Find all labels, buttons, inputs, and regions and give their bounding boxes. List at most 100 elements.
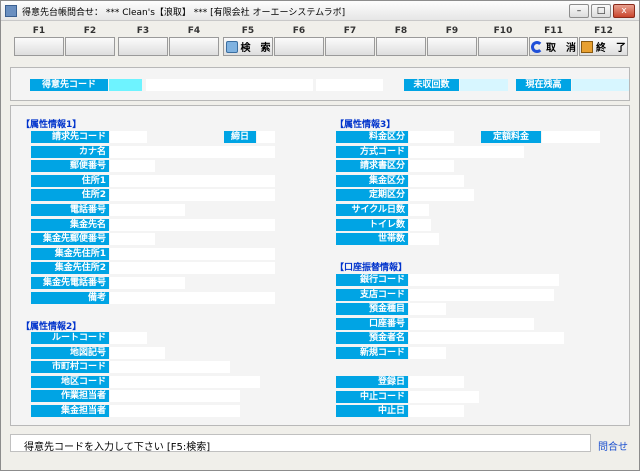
date-field[interactable] (409, 376, 464, 388)
closing-day-label: 締日 (224, 131, 256, 143)
fkey-button-f2[interactable] (65, 37, 115, 56)
attr3-field[interactable] (409, 145, 524, 158)
attr3-field[interactable] (409, 174, 464, 187)
attr3-label: サイクル日数 (336, 204, 408, 216)
attr1-field[interactable] (110, 204, 185, 216)
attr1-label: 電話番号 (31, 204, 109, 216)
attr3-field[interactable] (409, 189, 474, 202)
fkey-button-label: 終 了 (596, 43, 626, 54)
attr1-label: 集金先住所1 (31, 247, 109, 260)
window-title: 得意先台帳問合せ： *** Clean's【浪取】 *** [有限会社 オーエー… (22, 8, 346, 18)
date-field[interactable] (409, 390, 479, 403)
fkey-button-f5[interactable]: 検 索 (223, 37, 273, 56)
fkey-button-f1[interactable] (14, 37, 64, 56)
attr2-field[interactable] (110, 332, 147, 344)
fkey-f6: F6 (274, 24, 324, 56)
date-label: 中止コード (336, 390, 408, 403)
fkey-button-f7[interactable] (325, 37, 375, 56)
attr3-label: 料金区分 (336, 131, 408, 143)
fkey-f8: F8 (376, 24, 426, 56)
date-label: 中止日 (336, 405, 408, 417)
search-icon (225, 40, 238, 53)
closing-day-input[interactable] (257, 131, 275, 143)
attr1-field[interactable] (110, 291, 275, 304)
fkey-label: F3 (136, 26, 150, 36)
bank-field[interactable] (409, 288, 554, 301)
bank-label: 預金者名 (336, 332, 408, 344)
attr1-field[interactable] (110, 145, 275, 158)
fkey-f10: F10 (478, 24, 528, 56)
bank-field[interactable] (409, 274, 559, 286)
attr3-field[interactable] (409, 204, 429, 216)
fkey-label: F4 (187, 26, 201, 36)
bank-field[interactable] (409, 317, 534, 330)
bank-field[interactable] (409, 303, 446, 315)
status-bar: 得意先コードを入力して下さい [F5:検索] (10, 434, 591, 453)
attr1-field[interactable] (110, 174, 275, 187)
attr3-field[interactable] (409, 218, 431, 231)
close-button[interactable]: x (613, 4, 635, 18)
fkey-button-f11[interactable]: 取 消 (529, 37, 578, 56)
app-icon (5, 5, 17, 17)
attr1-label: 集金先郵便番号 (31, 233, 109, 246)
attr1-field[interactable] (110, 277, 185, 289)
app-window: 得意先台帳問合せ： *** Clean's【浪取】 *** [有限会社 オーエー… (0, 0, 640, 471)
bank-field[interactable] (409, 346, 446, 359)
attr1-field[interactable] (110, 160, 155, 173)
attr3-field[interactable] (409, 160, 454, 173)
attr1-label: 集金先住所2 (31, 262, 109, 275)
attr1-field[interactable] (110, 247, 275, 260)
fkey-label: F12 (594, 26, 613, 36)
maximize-button[interactable]: □ (591, 4, 611, 18)
attr2-field[interactable] (110, 390, 240, 402)
customer-code-input[interactable] (109, 79, 142, 91)
date-field[interactable] (409, 405, 464, 417)
bank-label: 預金種目 (336, 303, 408, 315)
fkey-label: F5 (241, 26, 255, 36)
attr3-field[interactable] (409, 131, 454, 143)
fkey-button-label: 取 消 (546, 43, 576, 54)
fkey-button-f10[interactable] (478, 37, 528, 56)
exit-icon (581, 40, 593, 53)
attr1-field[interactable] (110, 131, 147, 143)
attr3-label: 定期区分 (336, 189, 408, 202)
fkey-button-f3[interactable] (118, 37, 168, 56)
fkey-label: F7 (343, 26, 357, 36)
attr1-label: 集金先名 (31, 218, 109, 231)
fixed-fee-label: 定額料金 (481, 131, 541, 143)
fkey-f12: F12 終 了 (579, 24, 628, 56)
status-message: 得意先コードを入力して下さい [F5:検索] (24, 442, 211, 453)
bank-label: 新規コード (336, 346, 408, 359)
unpaid-count-label: 未収回数 (404, 79, 459, 91)
fkey-f1: F1 (14, 24, 64, 56)
fkey-f4: F4 (169, 24, 219, 56)
fixed-fee-input[interactable] (542, 131, 600, 143)
attr2-field[interactable] (110, 361, 230, 373)
current-balance-value (572, 79, 629, 91)
fkey-button-f12[interactable]: 終 了 (579, 37, 628, 56)
fkey-label: F9 (445, 26, 459, 36)
fkey-label: F2 (83, 26, 97, 36)
fkey-button-f4[interactable] (169, 37, 219, 56)
minimize-button[interactable]: – (569, 4, 589, 18)
function-key-bar: F1 F2 F3 F4 F5 検 索 F6 F7 F8 F9 F10 F11 取 消 F12 終 了 (14, 24, 628, 56)
fkey-f5: F5 検 索 (223, 24, 273, 56)
attr1-field[interactable] (110, 218, 275, 231)
fkey-button-f6[interactable] (274, 37, 324, 56)
fkey-button-f9[interactable] (427, 37, 477, 56)
attr1-field[interactable] (110, 189, 275, 202)
attr2-field[interactable] (110, 404, 240, 417)
attr1-label: 住所1 (31, 174, 109, 187)
fkey-button-f8[interactable] (376, 37, 426, 56)
inquiry-link[interactable]: 問合せ (598, 438, 628, 453)
attr1-field[interactable] (110, 262, 275, 275)
bank-label: 口座番号 (336, 317, 408, 330)
attr3-field[interactable] (409, 233, 439, 246)
attr3-title: 【属性情報3】 (335, 120, 396, 130)
attr3-label: 請求書区分 (336, 160, 408, 173)
bank-field[interactable] (409, 332, 564, 344)
attr2-field[interactable] (110, 375, 260, 388)
attr2-field[interactable] (110, 346, 165, 359)
attr2-label: 地図記号 (31, 346, 109, 359)
attr1-field[interactable] (110, 233, 155, 246)
